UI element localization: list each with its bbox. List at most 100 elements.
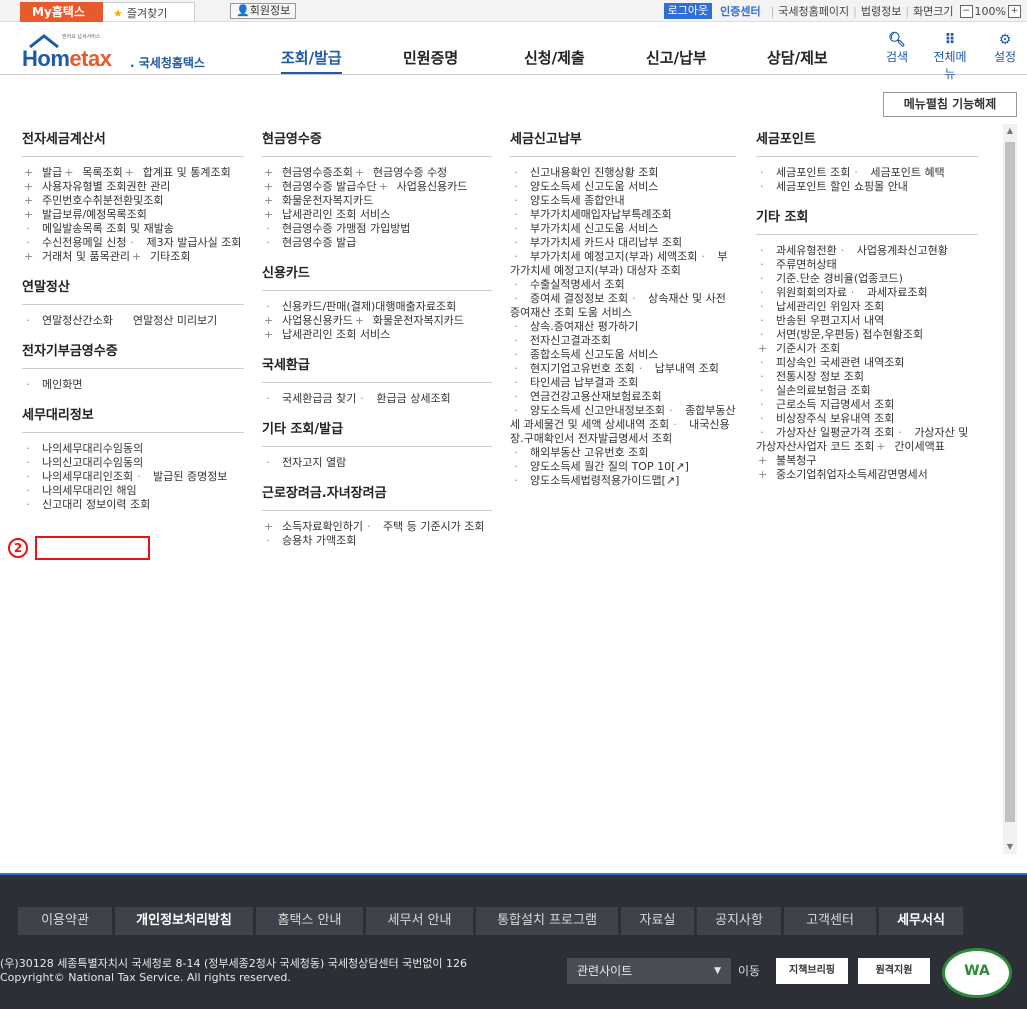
- menu-item[interactable]: · 메일발송목록 조회 및 재발송: [22, 222, 174, 235]
- go-button[interactable]: 이동: [738, 958, 760, 984]
- menu-item[interactable]: · 전통시장 정보 조회: [756, 370, 864, 383]
- menu-item[interactable]: + 합계표 및 통계조회: [123, 166, 231, 179]
- menu-item[interactable]: + 간이세액표: [874, 440, 945, 453]
- menu-item[interactable]: · 세금포인트 조회: [756, 166, 850, 179]
- menu-item[interactable]: · 납세관리인 위임자 조회: [756, 300, 884, 313]
- menu-item[interactable]: · 부가가치세 신고도움 서비스: [510, 222, 658, 235]
- menu-item[interactable]: · 수출실적명세서 조회: [510, 278, 625, 291]
- menu-item[interactable]: · 전자신고결과조회: [510, 334, 611, 347]
- menu-item[interactable]: · 주택 등 기준시가 조회: [363, 520, 485, 533]
- menu-scrollbar[interactable]: ▲ ▼: [1003, 124, 1017, 854]
- menu-item[interactable]: · 환급금 상세조회: [356, 392, 450, 405]
- footer-nav-item[interactable]: 개인정보처리방침: [115, 907, 253, 935]
- remote-support-button[interactable]: 원격지원: [858, 958, 930, 984]
- menu-item[interactable]: + 현금영수증 수정: [353, 166, 447, 179]
- menu-item[interactable]: · 가상자산 일평균가격 조회: [756, 426, 894, 439]
- menu-unpin-button[interactable]: 메뉴펼침 기능해제: [883, 92, 1017, 117]
- zoom-out-button[interactable]: −: [959, 4, 973, 18]
- menu-item[interactable]: · 세금포인트 할인 쇼핑몰 안내: [756, 180, 908, 193]
- menu-item[interactable]: · 기준.단순 경비율(업종코드): [756, 272, 903, 285]
- menu-item[interactable]: 연말정산 미리보기: [113, 314, 217, 327]
- menu-item[interactable]: · 나의신고대리수임동의: [22, 456, 143, 469]
- member-info-button[interactable]: 👤회원정보: [230, 3, 297, 19]
- footer-nav-item[interactable]: 이용약관: [18, 907, 112, 935]
- gnb-inquiry-issue[interactable]: 조회/발급: [281, 47, 342, 74]
- scroll-down-icon[interactable]: ▼: [1003, 840, 1017, 854]
- menu-item[interactable]: + 발급보류/예정목록조회: [22, 208, 147, 221]
- footer-nav-item[interactable]: 통합설치 프로그램: [476, 907, 618, 935]
- all-menu-button[interactable]: ⠿ 전체메뉴: [928, 32, 972, 82]
- menu-item[interactable]: · 수신전용메일 신청: [22, 236, 126, 249]
- menu-item[interactable]: · 나의세무대리수임동의: [22, 442, 143, 455]
- menu-item[interactable]: · 위원회회의자료: [756, 286, 847, 299]
- menu-item[interactable]: · 나의세무대리인조회: [22, 470, 133, 483]
- menu-item[interactable]: · 승용차 가액조회: [262, 534, 356, 547]
- related-site-select[interactable]: 관련사이트 ▼: [567, 958, 731, 984]
- menu-item[interactable]: · 서면(방문,우편등) 접수현황조회: [756, 328, 923, 341]
- menu-item[interactable]: · 타인세금 납부결과 조회: [510, 376, 638, 389]
- nts-home-link[interactable]: 국세청홈페이지: [778, 3, 849, 19]
- my-hometax-tab[interactable]: My홈택스: [20, 2, 103, 22]
- menu-item[interactable]: · 종합소득세 신고도움 서비스: [510, 348, 658, 361]
- menu-item[interactable]: + 화물운전자복지카드: [353, 314, 464, 327]
- menu-item[interactable]: · 비상장주식 보유내역 조회: [756, 412, 894, 425]
- menu-item[interactable]: · 과세자료조회: [847, 286, 928, 299]
- menu-item[interactable]: · 양도소득세 월간 질의 TOP 10[↗]: [510, 460, 689, 473]
- menu-item[interactable]: · 양도소득세 종합안내: [510, 194, 625, 207]
- menu-item[interactable]: · 양도소득세법령적용가이드맵[↗]: [510, 474, 679, 487]
- menu-item[interactable]: + 발급: [22, 166, 62, 179]
- menu-item[interactable]: · 부가가치세 카드사 대리납부 조회: [510, 236, 682, 249]
- gnb-civil-cert[interactable]: 민원증명: [403, 47, 458, 68]
- menu-item[interactable]: · 양도소득세 신고도움 서비스: [510, 180, 658, 193]
- menu-item[interactable]: + 중소기업취업자소득세감면명세서: [756, 468, 928, 481]
- menu-item[interactable]: · 양도소득세 신고안내정보조회: [510, 404, 665, 417]
- logout-button[interactable]: 로그아웃: [663, 3, 713, 19]
- menu-item[interactable]: · 현금영수증 발급: [262, 236, 356, 249]
- menu-item[interactable]: + 기준시가 조회: [756, 342, 840, 355]
- menu-item[interactable]: + 거래처 및 품목관리: [22, 250, 130, 263]
- menu-item[interactable]: · 반송된 우편고지서 내역: [756, 314, 884, 327]
- gnb-consult-report[interactable]: 상담/제보: [767, 47, 828, 68]
- menu-item[interactable]: · 실손의료보험금 조회: [756, 384, 871, 397]
- menu-item[interactable]: + 목록조회: [62, 166, 122, 179]
- policy-briefing-button[interactable]: 지책브리핑: [776, 958, 848, 984]
- hometax-logo[interactable]: 믿어요 납세서비스 Hometax . 국세청홈택스: [22, 32, 222, 71]
- footer-nav-item[interactable]: 공지사항: [697, 907, 781, 935]
- menu-item[interactable]: + 납세관리인 조회 서비스: [262, 208, 390, 221]
- menu-item[interactable]: · 국세환급금 찾기: [262, 392, 356, 405]
- menu-item[interactable]: · 나의세무대리인 해임: [22, 484, 137, 497]
- footer-nav-item[interactable]: 홈택스 안내: [256, 907, 363, 935]
- menu-item[interactable]: · 메인화면: [22, 378, 82, 391]
- menu-item[interactable]: · 신고대리 정보이력 조회: [22, 498, 150, 511]
- menu-item[interactable]: · 신고내용확인 진행상황 조회: [510, 166, 658, 179]
- menu-item[interactable]: + 현금영수증 발급수단: [262, 180, 377, 193]
- footer-nav-item[interactable]: 고객센터: [784, 907, 876, 935]
- menu-item[interactable]: · 세금포인트 혜택: [850, 166, 944, 179]
- menu-item[interactable]: · 상속.증여재산 평가하기: [510, 320, 638, 333]
- menu-item[interactable]: + 불복청구: [756, 454, 816, 467]
- menu-item[interactable]: + 소득자료확인하기: [262, 520, 363, 533]
- menu-item[interactable]: · 발급된 증명정보: [133, 470, 227, 483]
- menu-item[interactable]: + 현금영수증조회: [262, 166, 353, 179]
- gnb-report-pay[interactable]: 신고/납부: [646, 47, 707, 68]
- menu-item[interactable]: · 피상속인 국세관련 내역조회: [756, 356, 904, 369]
- menu-item[interactable]: · 현지기업고유번호 조회: [510, 362, 635, 375]
- menu-item[interactable]: + 사업용신용카드: [377, 180, 468, 193]
- menu-item[interactable]: · 연말정산간소화: [22, 314, 113, 327]
- scrollbar-thumb[interactable]: [1005, 142, 1015, 822]
- zoom-in-button[interactable]: +: [1008, 4, 1021, 18]
- menu-item[interactable]: + 주민번호수취분전환및조회: [22, 194, 163, 207]
- menu-item[interactable]: · 주류면허상태: [756, 258, 837, 271]
- menu-item[interactable]: · 사업용계좌신고현황: [837, 244, 948, 257]
- footer-nav-item[interactable]: 자료실: [621, 907, 694, 935]
- menu-item[interactable]: · 신용카드/판매(결제)대행매출자료조회: [262, 300, 456, 313]
- gnb-apply-submit[interactable]: 신청/제출: [524, 47, 585, 68]
- favorites-link[interactable]: ★ 즐겨찾기: [113, 5, 167, 21]
- footer-nav-item[interactable]: 세무서 안내: [366, 907, 473, 935]
- menu-item[interactable]: + 기타조회: [130, 250, 190, 263]
- scroll-up-icon[interactable]: ▲: [1003, 124, 1017, 138]
- settings-button[interactable]: ⚙ 설정: [983, 32, 1027, 65]
- cert-center-link[interactable]: 인증센터: [720, 3, 760, 19]
- footer-nav-item[interactable]: 세무서식: [879, 907, 963, 935]
- menu-item[interactable]: · 납부내역 조회: [635, 362, 719, 375]
